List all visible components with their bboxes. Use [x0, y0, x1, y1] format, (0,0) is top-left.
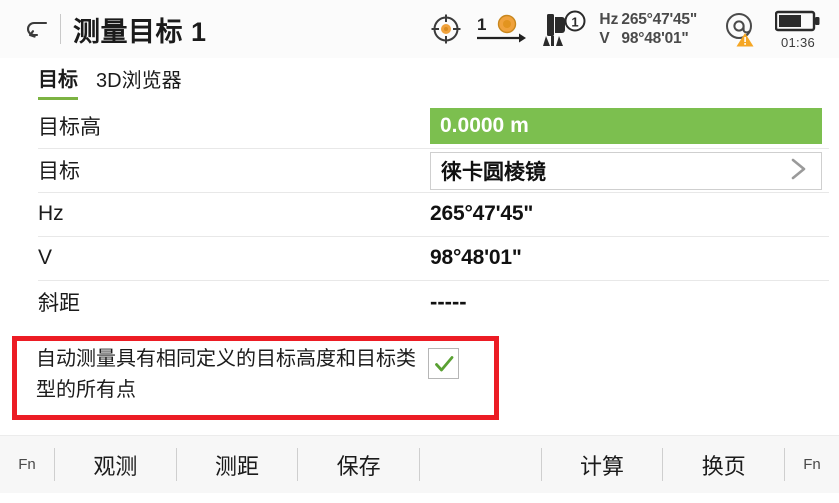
v-readout-value: 98°48'01": [621, 30, 689, 47]
v-label: V: [38, 246, 53, 269]
target-select[interactable]: 徕卡圆棱镜: [430, 152, 822, 190]
auto-measure-label: 自动测量具有相同定义的目标高度和目标类型的所有点: [36, 348, 416, 401]
target-crosshair-icon[interactable]: [429, 12, 463, 46]
row-slope-distance: 斜距 -----: [0, 280, 839, 324]
svg-text:1: 1: [572, 15, 579, 30]
prism-arrow-icon[interactable]: 1: [475, 11, 531, 47]
target-height-label: 目标高: [38, 116, 101, 139]
fn-right-button[interactable]: Fn: [785, 436, 839, 493]
checkmark-icon: [434, 355, 453, 371]
battery-indicator: 01:36: [775, 9, 821, 50]
hz-readout-value: 265°47'45": [621, 11, 697, 28]
chevron-right-icon: [783, 154, 813, 189]
target-value: 徕卡圆棱镜: [441, 161, 546, 184]
row-hz: Hz 265°47'45": [0, 192, 839, 236]
at-sign-warning-icon[interactable]: [723, 11, 759, 47]
header-left-group: 测量目标 1: [0, 0, 207, 58]
target-label: 目标: [38, 160, 80, 183]
hz-readout-row: Hz 265°47'45": [599, 10, 697, 29]
slope-distance-value: -----: [430, 289, 467, 314]
calculate-button[interactable]: 计算: [542, 436, 663, 493]
toolbar-empty-slot: [420, 436, 541, 493]
v-value: 98°48'01": [430, 246, 522, 269]
svg-text:1: 1: [477, 15, 486, 34]
status-bar: 1 1 Hz 265°47'45" V 98°48'01" 01:36: [429, 0, 839, 58]
auto-measure-checkbox[interactable]: [428, 348, 459, 379]
row-v: V 98°48'01": [0, 236, 839, 280]
hz-value: 265°47'45": [430, 202, 534, 225]
target-height-input[interactable]: 0.0000 m: [430, 108, 822, 144]
form-rows: 目标高 0.0000 m 目标 徕卡圆棱镜 Hz 265°47'45" V 98: [0, 104, 839, 324]
auto-measure-row: 自动测量具有相同定义的目标高度和目标类型的所有点: [22, 344, 482, 412]
device-screen: 测量目标 1 1 1 Hz 265°47'45" V 98°48'01" 01:…: [0, 0, 839, 503]
measure-distance-button[interactable]: 测距: [177, 436, 298, 493]
page-title: 测量目标 1: [73, 16, 207, 47]
battery-time-label: 01:36: [780, 34, 816, 50]
v-readout-row: V 98°48'01": [599, 29, 697, 48]
back-arrow-icon[interactable]: [22, 11, 56, 47]
hz-readout-label: Hz: [599, 11, 619, 28]
hz-label: Hz: [38, 202, 64, 225]
save-button[interactable]: 保存: [298, 436, 419, 493]
app-header: 测量目标 1 1 1 Hz 265°47'45" V 98°48'01" 01:…: [0, 0, 839, 58]
total-station-icon[interactable]: 1: [541, 10, 587, 48]
battery-icon: [775, 10, 820, 31]
tab-bar: 目标 3D浏览器: [0, 58, 839, 104]
bottom-toolbar: Fn 观测 测距 保存 计算 换页 Fn: [0, 435, 839, 493]
slope-distance-label: 斜距: [38, 292, 80, 315]
tab-target[interactable]: 目标: [38, 63, 78, 100]
row-target-height: 目标高 0.0000 m: [0, 104, 839, 148]
bottom-strip: [0, 493, 839, 503]
v-readout-label: V: [599, 30, 610, 47]
target-height-value: 0.0000 m: [440, 114, 529, 137]
header-divider: [60, 14, 61, 44]
fn-left-button[interactable]: Fn: [0, 436, 54, 493]
page-switch-button[interactable]: 换页: [663, 436, 784, 493]
row-target: 目标 徕卡圆棱镜: [0, 148, 839, 192]
tab-3d-viewer[interactable]: 3D浏览器: [96, 64, 182, 98]
angle-readout: Hz 265°47'45" V 98°48'01": [599, 10, 697, 48]
observe-button[interactable]: 观测: [55, 436, 176, 493]
